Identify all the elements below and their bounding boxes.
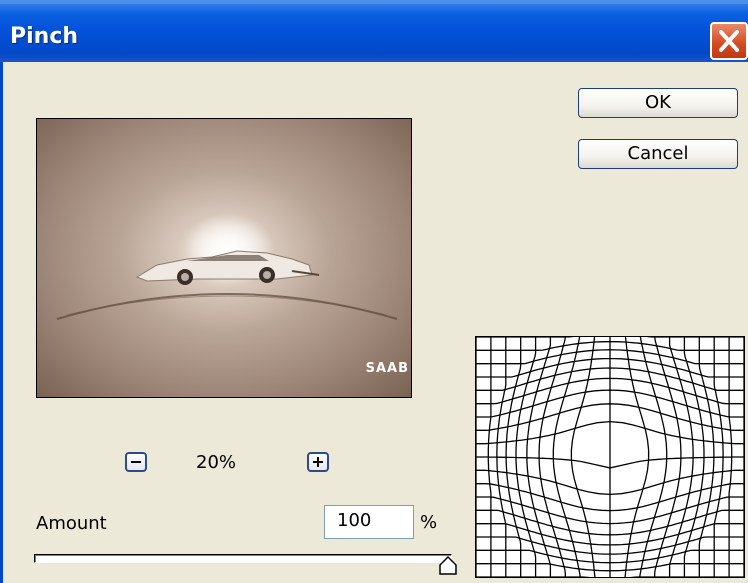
ok-button[interactable]: OK bbox=[578, 88, 738, 118]
filter-preview-image[interactable]: SAAB bbox=[36, 118, 412, 398]
amount-unit: % bbox=[420, 512, 438, 533]
preview-logo: SAAB bbox=[365, 361, 409, 376]
distortion-grid-icon bbox=[476, 337, 744, 577]
amount-slider-thumb[interactable] bbox=[438, 556, 458, 576]
amount-label: Amount bbox=[36, 513, 107, 534]
dialog-title: Pinch bbox=[10, 24, 79, 49]
distortion-grid-preview bbox=[475, 336, 745, 578]
window-border bbox=[0, 62, 3, 583]
plus-icon bbox=[313, 457, 323, 467]
amount-input[interactable]: 100 bbox=[324, 505, 414, 539]
title-bar[interactable]: Pinch bbox=[0, 0, 748, 62]
minus-icon bbox=[131, 461, 141, 463]
cancel-button[interactable]: Cancel bbox=[578, 139, 738, 169]
grid-line-vertical bbox=[570, 337, 596, 577]
grid-line-vertical bbox=[624, 337, 650, 577]
zoom-in-button[interactable] bbox=[307, 452, 329, 472]
close-button[interactable] bbox=[710, 22, 748, 60]
car-image bbox=[56, 213, 398, 320]
close-icon bbox=[719, 30, 739, 52]
amount-slider-track[interactable] bbox=[34, 554, 452, 563]
zoom-out-button[interactable] bbox=[125, 452, 147, 472]
zoom-level: 20% bbox=[196, 452, 237, 473]
